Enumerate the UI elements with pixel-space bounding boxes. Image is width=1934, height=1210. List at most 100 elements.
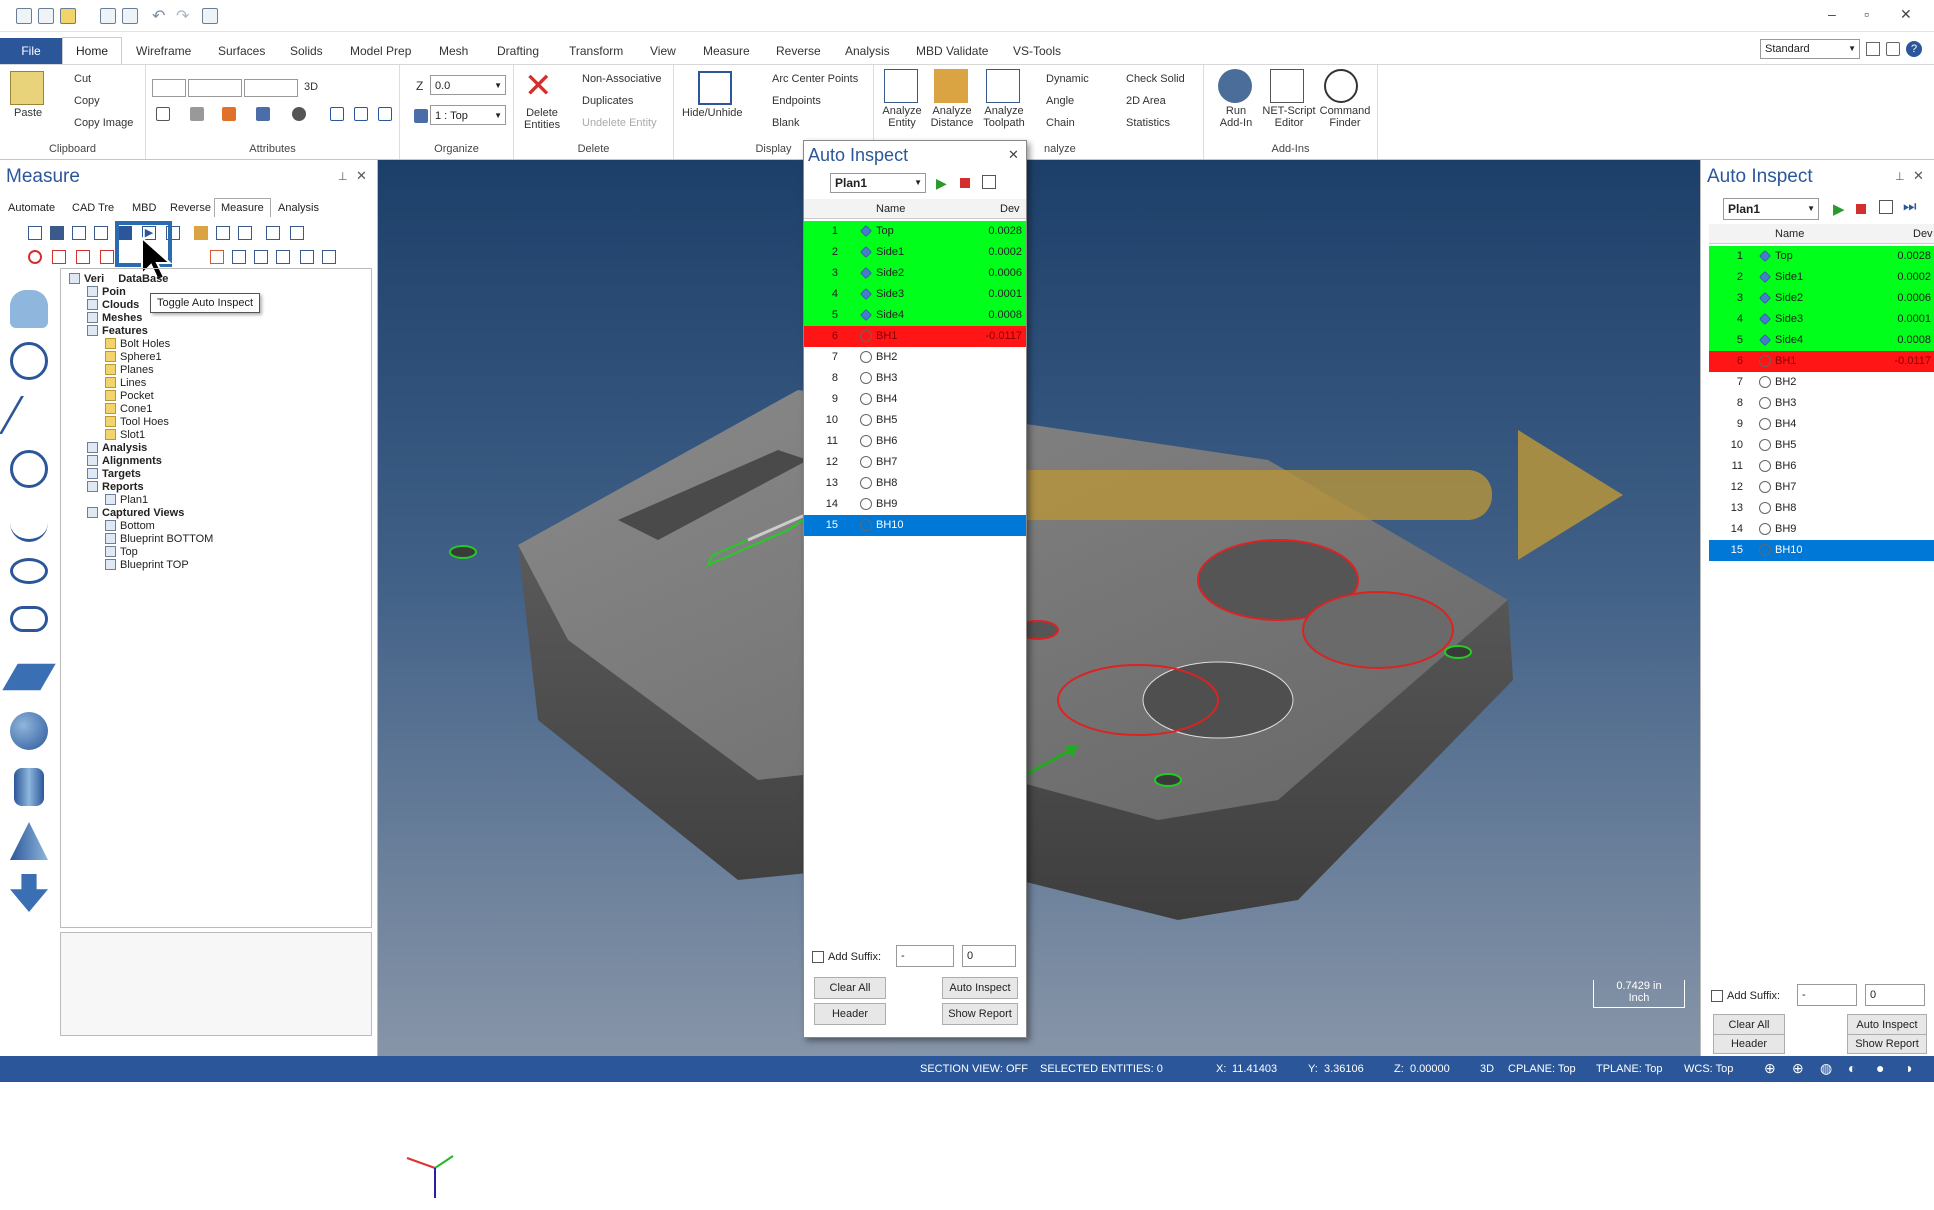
attr-copy-icon[interactable]	[354, 107, 368, 121]
inspect-row[interactable]: 3 Side2 0.0006	[1709, 288, 1934, 309]
command-finder-icon[interactable]	[1324, 69, 1358, 103]
color-icon[interactable]	[156, 107, 170, 121]
non-associative-button[interactable]: Non-Associative	[582, 73, 661, 85]
tree-item[interactable]: Pocket	[105, 390, 154, 402]
tree-item[interactable]: Top	[105, 546, 138, 558]
hide-unhide-button[interactable]: Hide/Unhide	[682, 107, 743, 119]
inspect-row[interactable]: 2 Side1 0.0002	[1709, 267, 1934, 288]
wcs-status[interactable]: WCS: Top	[1684, 1063, 1733, 1075]
open-folder-icon[interactable]	[60, 8, 76, 24]
inspect-row[interactable]: 9 BH4	[1709, 414, 1934, 435]
docked-close-icon[interactable]: ✕	[1913, 168, 1924, 184]
mode-status[interactable]: 3D	[1480, 1063, 1494, 1075]
float-header-button[interactable]: Header	[814, 1003, 886, 1025]
docked-header-button[interactable]: Header	[1713, 1034, 1785, 1054]
undo-icon[interactable]: ↶	[152, 6, 165, 26]
point-style-dropdown[interactable]	[152, 79, 186, 97]
docked-suffix-input[interactable]: -	[1797, 984, 1857, 1006]
save-icon[interactable]	[38, 8, 54, 24]
docked-clear-all-button[interactable]: Clear All	[1713, 1014, 1785, 1036]
run-addin-icon[interactable]	[1218, 69, 1252, 103]
statistics-button[interactable]: Statistics	[1126, 117, 1170, 129]
float-close-icon[interactable]: ✕	[1008, 147, 1019, 163]
duplicates-button[interactable]: Duplicates	[582, 95, 633, 107]
2d-area-button[interactable]: 2D Area	[1126, 95, 1166, 107]
inspect-row[interactable]: 6 BH1 -0.0117	[804, 326, 1026, 347]
check-solid-button[interactable]: Check Solid	[1126, 73, 1185, 85]
docked-add-suffix-checkbox[interactable]	[1711, 990, 1723, 1002]
inspect-row[interactable]: 15 BH10	[804, 515, 1026, 536]
axis-tool-icon[interactable]	[276, 250, 290, 264]
tab-measure-panel[interactable]: Measure	[214, 198, 271, 217]
tree-item[interactable]: Blueprint BOTTOM	[105, 533, 213, 545]
ellipse-icon[interactable]	[10, 558, 48, 584]
mode-3d-label[interactable]: 3D	[304, 81, 318, 93]
tab-mbd[interactable]: MBD	[132, 202, 156, 214]
tab-surfaces[interactable]: Surfaces	[218, 44, 265, 58]
tab-measure[interactable]: Measure	[703, 44, 750, 58]
tree-item[interactable]: Blueprint TOP	[105, 559, 189, 571]
attr-manager-icon[interactable]	[330, 107, 344, 121]
graphics-viewport[interactable]: X Y Z 0.7429 in Inch	[378, 160, 1700, 1056]
endpoints-button[interactable]: Endpoints	[772, 95, 821, 107]
render-icon[interactable]: ◑	[1904, 1060, 1912, 1076]
paste-button[interactable]: Paste	[14, 107, 42, 119]
z-depth-input[interactable]: 0.0 ▼	[430, 75, 506, 95]
tab-reverse[interactable]: Reverse	[776, 44, 821, 58]
tab-file[interactable]: File	[0, 38, 62, 64]
tab-cad-tree[interactable]: CAD Tre	[72, 202, 114, 214]
material-icon[interactable]	[292, 107, 306, 121]
tree-item[interactable]: Targets	[87, 468, 141, 480]
float-run-icon[interactable]: ▶	[936, 175, 947, 192]
tool-icon-1[interactable]	[28, 226, 42, 240]
paste-icon[interactable]	[10, 71, 44, 105]
section-view-status[interactable]: SECTION VIEW: OFF	[920, 1063, 1028, 1075]
spline-icon[interactable]	[10, 504, 48, 542]
tool-icon-11[interactable]	[266, 226, 280, 240]
level-dropdown[interactable]: 1 : Top ▼	[430, 105, 506, 125]
float-stop-icon[interactable]	[960, 178, 970, 188]
print-preview-icon[interactable]	[122, 8, 138, 24]
chain-button[interactable]: Chain	[1046, 117, 1075, 129]
inspect-row[interactable]: 7 BH2	[1709, 372, 1934, 393]
analyze-entity-button[interactable]: Analyze Entity	[880, 105, 924, 129]
net-script-editor-button[interactable]: NET-Script Editor	[1262, 105, 1316, 129]
docked-plan-dropdown[interactable]: Plan1 ▼	[1723, 198, 1819, 220]
layout-icon[interactable]	[1866, 42, 1880, 56]
inspect-row[interactable]: 6 BH1 -0.0117	[1709, 351, 1934, 372]
chat-icon[interactable]	[1886, 42, 1900, 56]
inspect-row[interactable]: 10 BH5	[804, 410, 1026, 431]
inspect-row[interactable]: 2 Side1 0.0002	[804, 242, 1026, 263]
tree-item[interactable]: Analysis	[87, 442, 147, 454]
tree-item[interactable]: Captured Views	[87, 507, 184, 519]
analyze-toolpath-icon[interactable]	[986, 69, 1020, 103]
tree-item[interactable]: Plan1	[105, 494, 148, 506]
cloud-icon[interactable]	[10, 290, 48, 328]
globe-icon[interactable]: ⊕	[1764, 1060, 1776, 1077]
tree-item[interactable]: Cone1	[105, 403, 152, 415]
cut-button[interactable]: Cut	[74, 73, 91, 85]
tab-wireframe[interactable]: Wireframe	[136, 44, 191, 58]
float-add-suffix-checkbox[interactable]	[812, 951, 824, 963]
inspect-row[interactable]: 5 Side4 0.0008	[804, 305, 1026, 326]
panel-close-icon[interactable]: ✕	[356, 168, 367, 184]
pen-icon[interactable]	[256, 107, 270, 121]
tree-item[interactable]: Features	[87, 325, 148, 337]
net-script-icon[interactable]	[1270, 69, 1304, 103]
inspect-row[interactable]: 1 Top 0.0028	[1709, 246, 1934, 267]
tool-icon-8[interactable]	[194, 226, 208, 240]
inspect-row[interactable]: 11 BH6	[1709, 456, 1934, 477]
list-icon[interactable]	[254, 250, 268, 264]
pin-icon[interactable]: ⊥	[338, 170, 348, 183]
float-suffix-number[interactable]: 0	[962, 945, 1016, 967]
analyze-toolpath-button[interactable]: Analyze Toolpath	[978, 105, 1030, 129]
tab-analysis[interactable]: Analysis	[845, 44, 890, 58]
close-icon[interactable]: ✕	[1900, 6, 1912, 23]
line-width-dropdown[interactable]	[244, 79, 298, 97]
copy-button[interactable]: Copy	[74, 95, 100, 107]
inspect-row[interactable]: 12 BH7	[804, 452, 1026, 473]
tree-item[interactable]: Poin	[87, 286, 126, 298]
tab-view[interactable]: View	[650, 44, 676, 58]
dynamic-button[interactable]: Dynamic	[1046, 73, 1089, 85]
analyze-distance-icon[interactable]	[934, 69, 968, 103]
